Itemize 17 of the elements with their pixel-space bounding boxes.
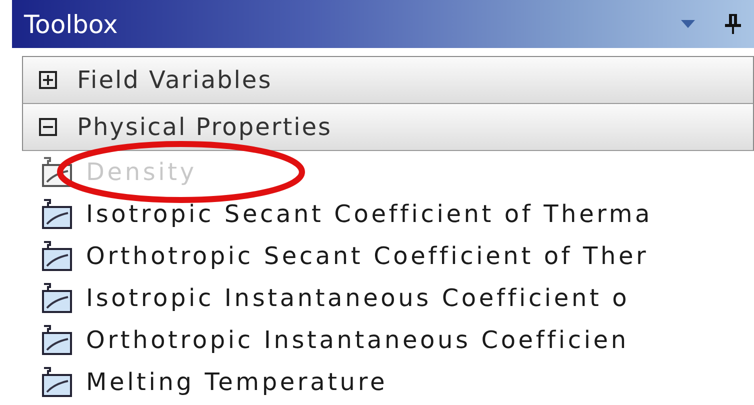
dropdown-icon[interactable] <box>680 19 696 29</box>
category-header[interactable]: Field Variables <box>22 56 754 104</box>
toolbox-item[interactable]: Melting Temperature <box>12 361 754 403</box>
panel-title: Toolbox <box>24 10 119 38</box>
chart-icon <box>40 324 74 356</box>
collapse-icon[interactable] <box>39 118 57 136</box>
pin-icon[interactable] <box>724 13 742 35</box>
toolbox-item[interactable]: Isotropic Secant Coefficient of Therma <box>12 193 754 235</box>
chart-icon <box>40 366 74 398</box>
expand-icon[interactable] <box>39 71 57 89</box>
toolbox-item[interactable]: Orthotropic Instantaneous Coefficien <box>12 319 754 361</box>
chart-icon <box>40 282 74 314</box>
chart-icon <box>40 240 74 272</box>
chart-icon <box>40 198 74 230</box>
category-header[interactable]: Physical Properties <box>22 104 754 151</box>
toolbox-item[interactable]: Isotropic Instantaneous Coefficient o <box>12 277 754 319</box>
toolbox-item[interactable]: Orthotropic Secant Coefficient of Ther <box>12 235 754 277</box>
